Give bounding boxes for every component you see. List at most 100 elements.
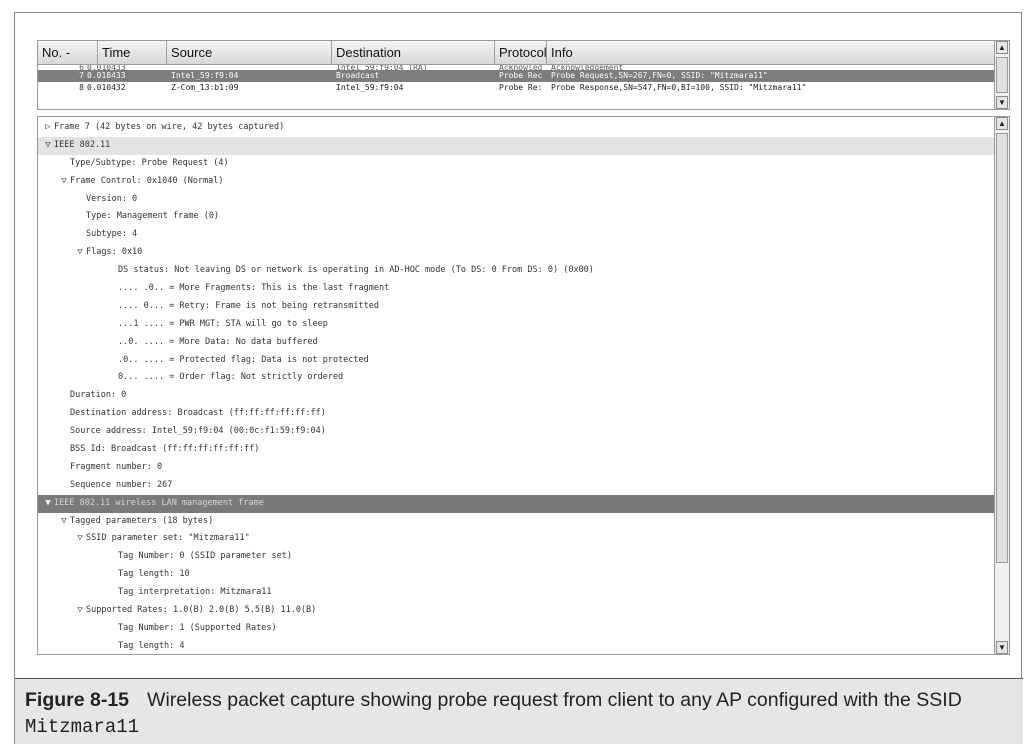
column-header-source[interactable]: Source bbox=[167, 41, 332, 65]
detail-tree-row[interactable]: Tag Number: 1 (Supported Rates) bbox=[38, 620, 996, 638]
detail-field-text: Frame 7 (42 bytes on wire, 42 bytes capt… bbox=[54, 122, 285, 132]
detail-tree-row[interactable]: Tag length: 10 bbox=[38, 566, 996, 584]
packet-list-scroll-thumb[interactable] bbox=[996, 57, 1008, 93]
caption-ssid: Mitzmara11 bbox=[25, 716, 140, 738]
detail-field-text: Subtype: 4 bbox=[86, 229, 138, 240]
packet-row[interactable]: 8 0.010432 Z-Com_13:b1:09 Intel_59:f9:04 Pro… bbox=[38, 82, 996, 94]
detail-tree-row[interactable]: Duration: 0 bbox=[38, 387, 996, 405]
detail-field-text: .0.. .... = Protected flag: Data is not … bbox=[118, 354, 369, 365]
column-header-no[interactable]: No. - bbox=[38, 41, 98, 65]
packet-protocol-cell: Probe Re: bbox=[499, 83, 543, 92]
detail-tree-row[interactable]: .... .0.. = More Fragments: This is the … bbox=[38, 280, 996, 298]
detail-tree-row[interactable]: Type/Subtype: Probe Request (4) bbox=[38, 155, 996, 173]
details-scroll-down-arrow-icon[interactable]: ▼ bbox=[996, 641, 1008, 654]
detail-tree-row[interactable]: ...1 .... = PWR MGT: STA will go to slee… bbox=[38, 316, 996, 334]
packet-destination-cell: Broadcast bbox=[336, 71, 380, 80]
detail-field-text: Version: 0 bbox=[86, 193, 138, 204]
detail-field-text: Duration: 0 bbox=[70, 390, 127, 401]
detail-field-text: Frame Control: 0x1040 (Normal) bbox=[70, 175, 224, 186]
details-scroll-up-arrow-icon[interactable]: ▲ bbox=[996, 117, 1008, 130]
detail-tree-row[interactable]: Tag length: 4 bbox=[38, 638, 996, 654]
detail-field-text: Tag Number: 1 (Supported Rates) bbox=[118, 622, 277, 633]
collapse-triangle-icon[interactable]: ▼ bbox=[42, 495, 54, 513]
detail-tree-row[interactable]: ..0. .... = More Data: No data buffered bbox=[38, 334, 996, 352]
detail-tree-row[interactable]: .0.. .... = Protected flag: Data is not … bbox=[38, 352, 996, 370]
detail-tree-row[interactable]: .... 0... = Retry: Frame is not being re… bbox=[38, 298, 996, 316]
detail-field-text: 0... .... = Order flag: Not strictly ord… bbox=[118, 372, 344, 383]
detail-field-text: .... 0... = Retry: Frame is not being re… bbox=[118, 300, 379, 311]
detail-tree-row[interactable]: ▽ Supported Rates: 1.0(B) 2.0(B) 5.5(B) 1… bbox=[38, 602, 996, 620]
collapse-triangle-icon[interactable]: ▽ bbox=[42, 137, 54, 155]
packet-time-cell: 0.018433 bbox=[87, 71, 126, 80]
collapse-triangle-icon[interactable]: ▽ bbox=[74, 244, 86, 262]
packet-info-cell: Probe Response,SN=547,FN=0,BI=100, SSID:… bbox=[551, 83, 807, 92]
detail-tree-row[interactable]: ▼ IEEE 802.11 wireless LAN management fra… bbox=[38, 494, 996, 513]
packet-list-rows: 6 0.010433 Intel_59:f9:04 (RA) Acknowled Ack… bbox=[38, 65, 996, 94]
detail-field-text: SSID parameter set: "Mitzmara11" bbox=[86, 533, 250, 544]
detail-tree-row[interactable]: Sequence number: 267 bbox=[38, 477, 996, 495]
detail-field-text: Tag length: 4 bbox=[118, 640, 185, 651]
detail-tree-row[interactable]: Type: Management frame (0) bbox=[38, 208, 996, 226]
detail-tree-row[interactable]: ▽ Tagged parameters (18 bytes) bbox=[38, 513, 996, 531]
packet-list-header: No. - Time Source Destination Protocol I… bbox=[38, 41, 996, 65]
detail-field-text: ..0. .... = More Data: No data buffered bbox=[118, 336, 318, 347]
detail-field-text: Supported Rates: 1.0(B) 2.0(B) 5.5(B) 11… bbox=[86, 605, 317, 616]
detail-field-text: Type/Subtype: Probe Request (4) bbox=[70, 157, 229, 168]
detail-tree-row[interactable]: Tag interpretation: Mitzmara11 bbox=[38, 584, 996, 602]
column-header-time[interactable]: Time bbox=[98, 41, 167, 65]
scroll-down-arrow-icon[interactable]: ▼ bbox=[996, 96, 1008, 109]
detail-tree-row[interactable]: DS status: Not leaving DS or network is … bbox=[38, 262, 996, 280]
collapse-triangle-icon[interactable]: ▽ bbox=[74, 530, 86, 548]
scroll-up-arrow-icon[interactable]: ▲ bbox=[996, 41, 1008, 54]
detail-tree-row[interactable]: Tag Number: 0 (SSID parameter set) bbox=[38, 548, 996, 566]
packet-details-tree: ▷ Frame 7 (42 bytes on wire, 42 bytes cap… bbox=[38, 119, 996, 654]
detail-tree-row[interactable]: ▷ Frame 7 (42 bytes on wire, 42 bytes cap… bbox=[38, 119, 996, 137]
detail-field-text: IEEE 802.11 bbox=[54, 139, 111, 150]
detail-tree-row[interactable]: Version: 0 bbox=[38, 191, 996, 209]
packet-row[interactable]: 7 0.018433 Intel_59:f9:04 Broadcast Probe Re… bbox=[38, 70, 996, 82]
packet-protocol-cell: Probe Rec bbox=[499, 71, 543, 80]
caption-text: Wireless packet capture showing probe re… bbox=[147, 689, 962, 711]
detail-field-text: Flags: 0x10 bbox=[86, 247, 143, 258]
detail-tree-row[interactable]: BSS Id: Broadcast (ff:ff:ff:ff:ff:ff) bbox=[38, 441, 996, 459]
detail-tree-row[interactable]: ▽ IEEE 802.11 bbox=[38, 136, 996, 155]
packet-details-scrollbar[interactable]: ▲ ▼ bbox=[994, 117, 1009, 654]
packet-destination-cell: Intel_59:f9:04 bbox=[336, 83, 404, 92]
expand-triangle-icon[interactable]: ▷ bbox=[42, 119, 54, 137]
detail-field-text: IEEE 802.11 wireless LAN management fram… bbox=[54, 497, 264, 508]
packet-list-pane[interactable]: No. - Time Source Destination Protocol I… bbox=[37, 40, 1010, 110]
detail-tree-row[interactable]: ▽ Flags: 0x10 bbox=[38, 244, 996, 262]
detail-field-text: Source address: Intel_59:f9:04 (00:0c:f1… bbox=[70, 426, 326, 437]
column-header-protocol[interactable]: Protocol bbox=[495, 41, 547, 65]
packet-source-cell: Intel_59:f9:04 bbox=[171, 71, 239, 80]
packet-details-pane[interactable]: ▷ Frame 7 (42 bytes on wire, 42 bytes cap… bbox=[37, 116, 1010, 655]
detail-field-text: Sequence number: 267 bbox=[70, 479, 173, 490]
packet-list-scrollbar[interactable]: ▲ ▼ bbox=[994, 41, 1009, 109]
collapse-triangle-icon[interactable]: ▽ bbox=[58, 513, 70, 531]
detail-tree-row[interactable]: Destination address: Broadcast (ff:ff:ff… bbox=[38, 405, 996, 423]
column-header-destination[interactable]: Destination bbox=[332, 41, 495, 65]
packet-no-cell: 8 bbox=[79, 83, 84, 92]
packet-details-scroll-thumb[interactable] bbox=[996, 133, 1008, 563]
detail-field-text: .... .0.. = More Fragments: This is the … bbox=[118, 283, 390, 294]
detail-tree-row[interactable]: ▽ SSID parameter set: "Mitzmara11" bbox=[38, 530, 996, 548]
figure-number: Figure 8-15 bbox=[25, 689, 130, 711]
detail-tree-row[interactable]: 0... .... = Order flag: Not strictly ord… bbox=[38, 369, 996, 387]
detail-field-text: Tagged parameters (18 bytes) bbox=[70, 515, 214, 526]
detail-tree-row[interactable]: ▽ Frame Control: 0x1040 (Normal) bbox=[38, 173, 996, 191]
packet-source-cell: Z-Com_13:b1:09 bbox=[171, 83, 239, 92]
detail-field-text: Destination address: Broadcast (ff:ff:ff… bbox=[70, 408, 326, 419]
detail-tree-row[interactable]: Subtype: 4 bbox=[38, 226, 996, 244]
detail-field-text: DS status: Not leaving DS or network is … bbox=[118, 265, 594, 276]
detail-tree-row[interactable]: Fragment number: 0 bbox=[38, 459, 996, 477]
detail-tree-row[interactable]: Source address: Intel_59:f9:04 (00:0c:f1… bbox=[38, 423, 996, 441]
detail-field-text: Type: Management frame (0) bbox=[86, 211, 220, 222]
packet-no-cell: 7 bbox=[79, 71, 84, 80]
detail-field-text: Tag Number: 0 (SSID parameter set) bbox=[118, 551, 292, 562]
detail-field-text: ...1 .... = PWR MGT: STA will go to slee… bbox=[118, 318, 328, 329]
column-header-info[interactable]: Info bbox=[547, 41, 996, 65]
figure-frame: No. - Time Source Destination Protocol I… bbox=[14, 12, 1023, 744]
collapse-triangle-icon[interactable]: ▽ bbox=[58, 173, 70, 191]
collapse-triangle-icon[interactable]: ▽ bbox=[74, 602, 86, 620]
detail-field-text: Fragment number: 0 bbox=[70, 461, 163, 472]
